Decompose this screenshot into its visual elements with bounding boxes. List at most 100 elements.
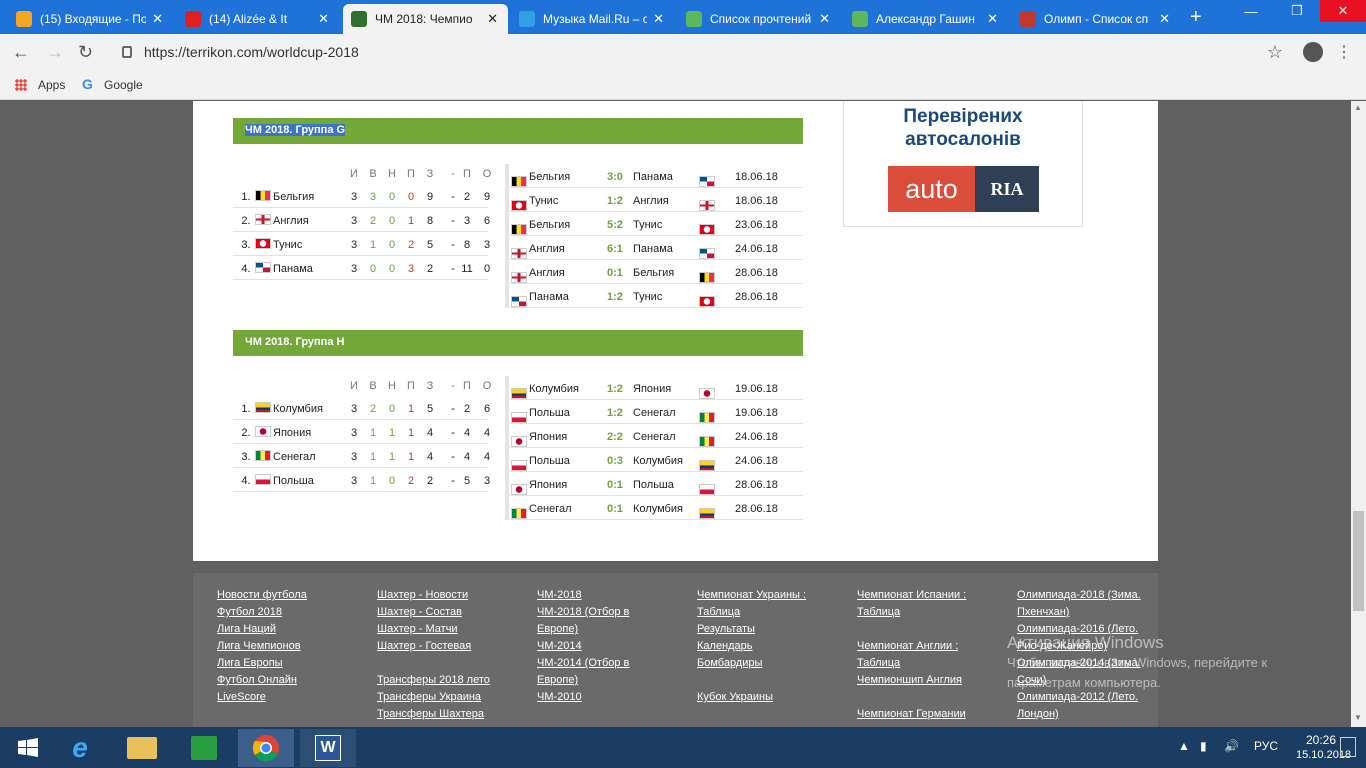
- match-row[interactable]: Англия 0:1 Бельгия 28.06.18: [509, 260, 803, 284]
- home-team[interactable]: Англия: [529, 243, 565, 255]
- standings-row[interactable]: 1. Колумбия 3 2 0 1 5-2 6: [233, 396, 490, 420]
- browser-tab[interactable]: Список прочтений ✕: [678, 4, 840, 34]
- browser-tab[interactable]: (14) Alizée & It ✕: [177, 4, 339, 34]
- footer-link[interactable]: Шахтер - Гостевая: [377, 638, 490, 655]
- match-row[interactable]: Тунис 1:2 Англия 18.06.18: [509, 188, 803, 212]
- team-name[interactable]: Сенегал: [273, 451, 316, 463]
- menu-kebab-icon[interactable]: ⋮: [1336, 42, 1352, 62]
- away-team[interactable]: Бельгия: [633, 267, 674, 279]
- footer-link[interactable]: Результаты: [697, 621, 806, 638]
- footer-link[interactable]: ЧМ-2018 (Отбор в: [537, 604, 629, 621]
- footer-link[interactable]: Пхенчхан): [1017, 604, 1141, 621]
- away-team[interactable]: Панама: [633, 243, 673, 255]
- footer-link[interactable]: Лига Чемпионов: [217, 638, 307, 655]
- footer-link[interactable]: ЧМ-2010: [537, 689, 629, 706]
- match-score[interactable]: 2:2: [607, 431, 623, 443]
- match-score[interactable]: 6:1: [607, 243, 623, 255]
- home-team[interactable]: Япония: [529, 479, 567, 491]
- footer-link[interactable]: ЧМ-2018: [537, 587, 629, 604]
- away-team[interactable]: Польша: [633, 479, 674, 491]
- match-score[interactable]: 0:1: [607, 267, 623, 279]
- footer-link[interactable]: Европе): [537, 672, 629, 689]
- footer-link[interactable]: ЧМ-2014 (Отбор в: [537, 655, 629, 672]
- match-row[interactable]: Колумбия 1:2 Япония 19.06.18: [509, 376, 803, 400]
- footer-link[interactable]: Чемпионшип Англия: [857, 672, 966, 689]
- away-team[interactable]: Колумбия: [633, 455, 683, 467]
- away-team[interactable]: Англия: [633, 195, 669, 207]
- close-tab-icon[interactable]: ✕: [487, 11, 498, 27]
- footer-link[interactable]: Футбол Онлайн: [217, 672, 307, 689]
- footer-link[interactable]: Трансферы Украина: [377, 689, 490, 706]
- home-team[interactable]: Польша: [529, 455, 570, 467]
- clock-time[interactable]: 20:26: [1306, 733, 1336, 747]
- minimize-button[interactable]: —: [1228, 0, 1274, 22]
- match-score[interactable]: 1:2: [607, 383, 623, 395]
- match-row[interactable]: Бельгия 3:0 Панама 18.06.18: [509, 164, 803, 188]
- close-tab-icon[interactable]: ✕: [318, 11, 329, 27]
- team-name[interactable]: Колумбия: [273, 403, 323, 415]
- away-team[interactable]: Сенегал: [633, 407, 676, 419]
- match-row[interactable]: Япония 2:2 Сенегал 24.06.18: [509, 424, 803, 448]
- match-row[interactable]: Япония 0:1 Польша 28.06.18: [509, 472, 803, 496]
- team-name[interactable]: Польша: [273, 475, 314, 487]
- close-tab-icon[interactable]: ✕: [1159, 11, 1170, 27]
- vertical-scrollbar[interactable]: ▲ ▼: [1351, 101, 1366, 727]
- match-score[interactable]: 0:3: [607, 455, 623, 467]
- browser-tab[interactable]: Александр Гашин ✕: [844, 4, 1008, 34]
- match-score[interactable]: 0:1: [607, 479, 623, 491]
- match-score[interactable]: 1:2: [607, 291, 623, 303]
- footer-link[interactable]: Шахтер - Состав: [377, 604, 490, 621]
- footer-link[interactable]: Лондон): [1017, 706, 1141, 723]
- close-tab-icon[interactable]: ✕: [152, 11, 163, 27]
- footer-link[interactable]: Таблица: [857, 655, 966, 672]
- team-name[interactable]: Бельгия: [273, 191, 314, 203]
- match-row[interactable]: Англия 6:1 Панама 24.06.18: [509, 236, 803, 260]
- home-team[interactable]: Бельгия: [529, 219, 570, 231]
- standings-row[interactable]: 2. Япония 3 1 1 1 4-4 4: [233, 420, 490, 444]
- scroll-down-icon[interactable]: ▼: [1354, 713, 1362, 722]
- network-icon[interactable]: ▮: [1200, 739, 1207, 753]
- footer-link[interactable]: LiveScore: [217, 689, 307, 706]
- footer-link[interactable]: Шахтер - Матчи: [377, 621, 490, 638]
- scroll-up-icon[interactable]: ▲: [1354, 103, 1362, 112]
- browser-tab[interactable]: Музыка Mail.Ru – о ✕: [511, 4, 674, 34]
- match-score[interactable]: 0:1: [607, 503, 623, 515]
- team-name[interactable]: Англия: [273, 215, 309, 227]
- away-team[interactable]: Сенегал: [633, 431, 676, 443]
- footer-link[interactable]: Таблица: [697, 604, 806, 621]
- team-name[interactable]: Тунис: [273, 239, 302, 251]
- bookmark-apps[interactable]: Apps: [38, 78, 65, 92]
- team-name[interactable]: Панама: [273, 263, 313, 275]
- match-row[interactable]: Панама 1:2 Тунис 28.06.18: [509, 284, 803, 308]
- home-team[interactable]: Тунис: [529, 195, 558, 207]
- reload-icon[interactable]: ↻: [78, 42, 93, 63]
- footer-link[interactable]: Олимпиада-2018 (Зима.: [1017, 587, 1141, 604]
- footer-link[interactable]: Чемпионат Украины :: [697, 587, 806, 604]
- away-team[interactable]: Колумбия: [633, 503, 683, 515]
- standings-row[interactable]: 2. Англия 3 2 0 1 8-3 6: [233, 208, 490, 232]
- home-team[interactable]: Англия: [529, 267, 565, 279]
- footer-link[interactable]: Чемпионат Германии: [857, 706, 966, 723]
- close-window-button[interactable]: ✕: [1320, 0, 1366, 22]
- browser-tab[interactable]: ЧМ 2018: Чемпио ✕: [343, 4, 508, 34]
- back-icon[interactable]: ←: [12, 42, 30, 63]
- address-bar[interactable]: https://terrikon.com/worldcup-2018 ☆: [110, 38, 1295, 66]
- explorer-icon[interactable]: [114, 729, 170, 767]
- footer-link[interactable]: Европе): [537, 621, 629, 638]
- match-score[interactable]: 1:2: [607, 407, 623, 419]
- away-team[interactable]: Тунис: [633, 219, 662, 231]
- footer-link[interactable]: Футбол 2018: [217, 604, 307, 621]
- new-tab-button[interactable]: +: [1190, 6, 1202, 29]
- home-team[interactable]: Польша: [529, 407, 570, 419]
- footer-link[interactable]: Трансферы Шахтера: [377, 706, 490, 723]
- footer-link[interactable]: Кубок Украины: [697, 689, 806, 706]
- chrome-taskbar-icon[interactable]: [238, 729, 294, 767]
- footer-link[interactable]: Бомбардиры: [697, 655, 806, 672]
- ie-icon[interactable]: e: [52, 729, 108, 767]
- footer-link[interactable]: Трансферы 2018 лето: [377, 672, 490, 689]
- standings-row[interactable]: 3. Сенегал 3 1 1 1 4-4 4: [233, 444, 490, 468]
- ad-banner[interactable]: Перевірених автосалонів auto RIA: [843, 101, 1083, 227]
- standings-row[interactable]: 1. Бельгия 3 3 0 0 9-2 9: [233, 184, 490, 208]
- home-team[interactable]: Панама: [529, 291, 569, 303]
- close-tab-icon[interactable]: ✕: [987, 11, 998, 27]
